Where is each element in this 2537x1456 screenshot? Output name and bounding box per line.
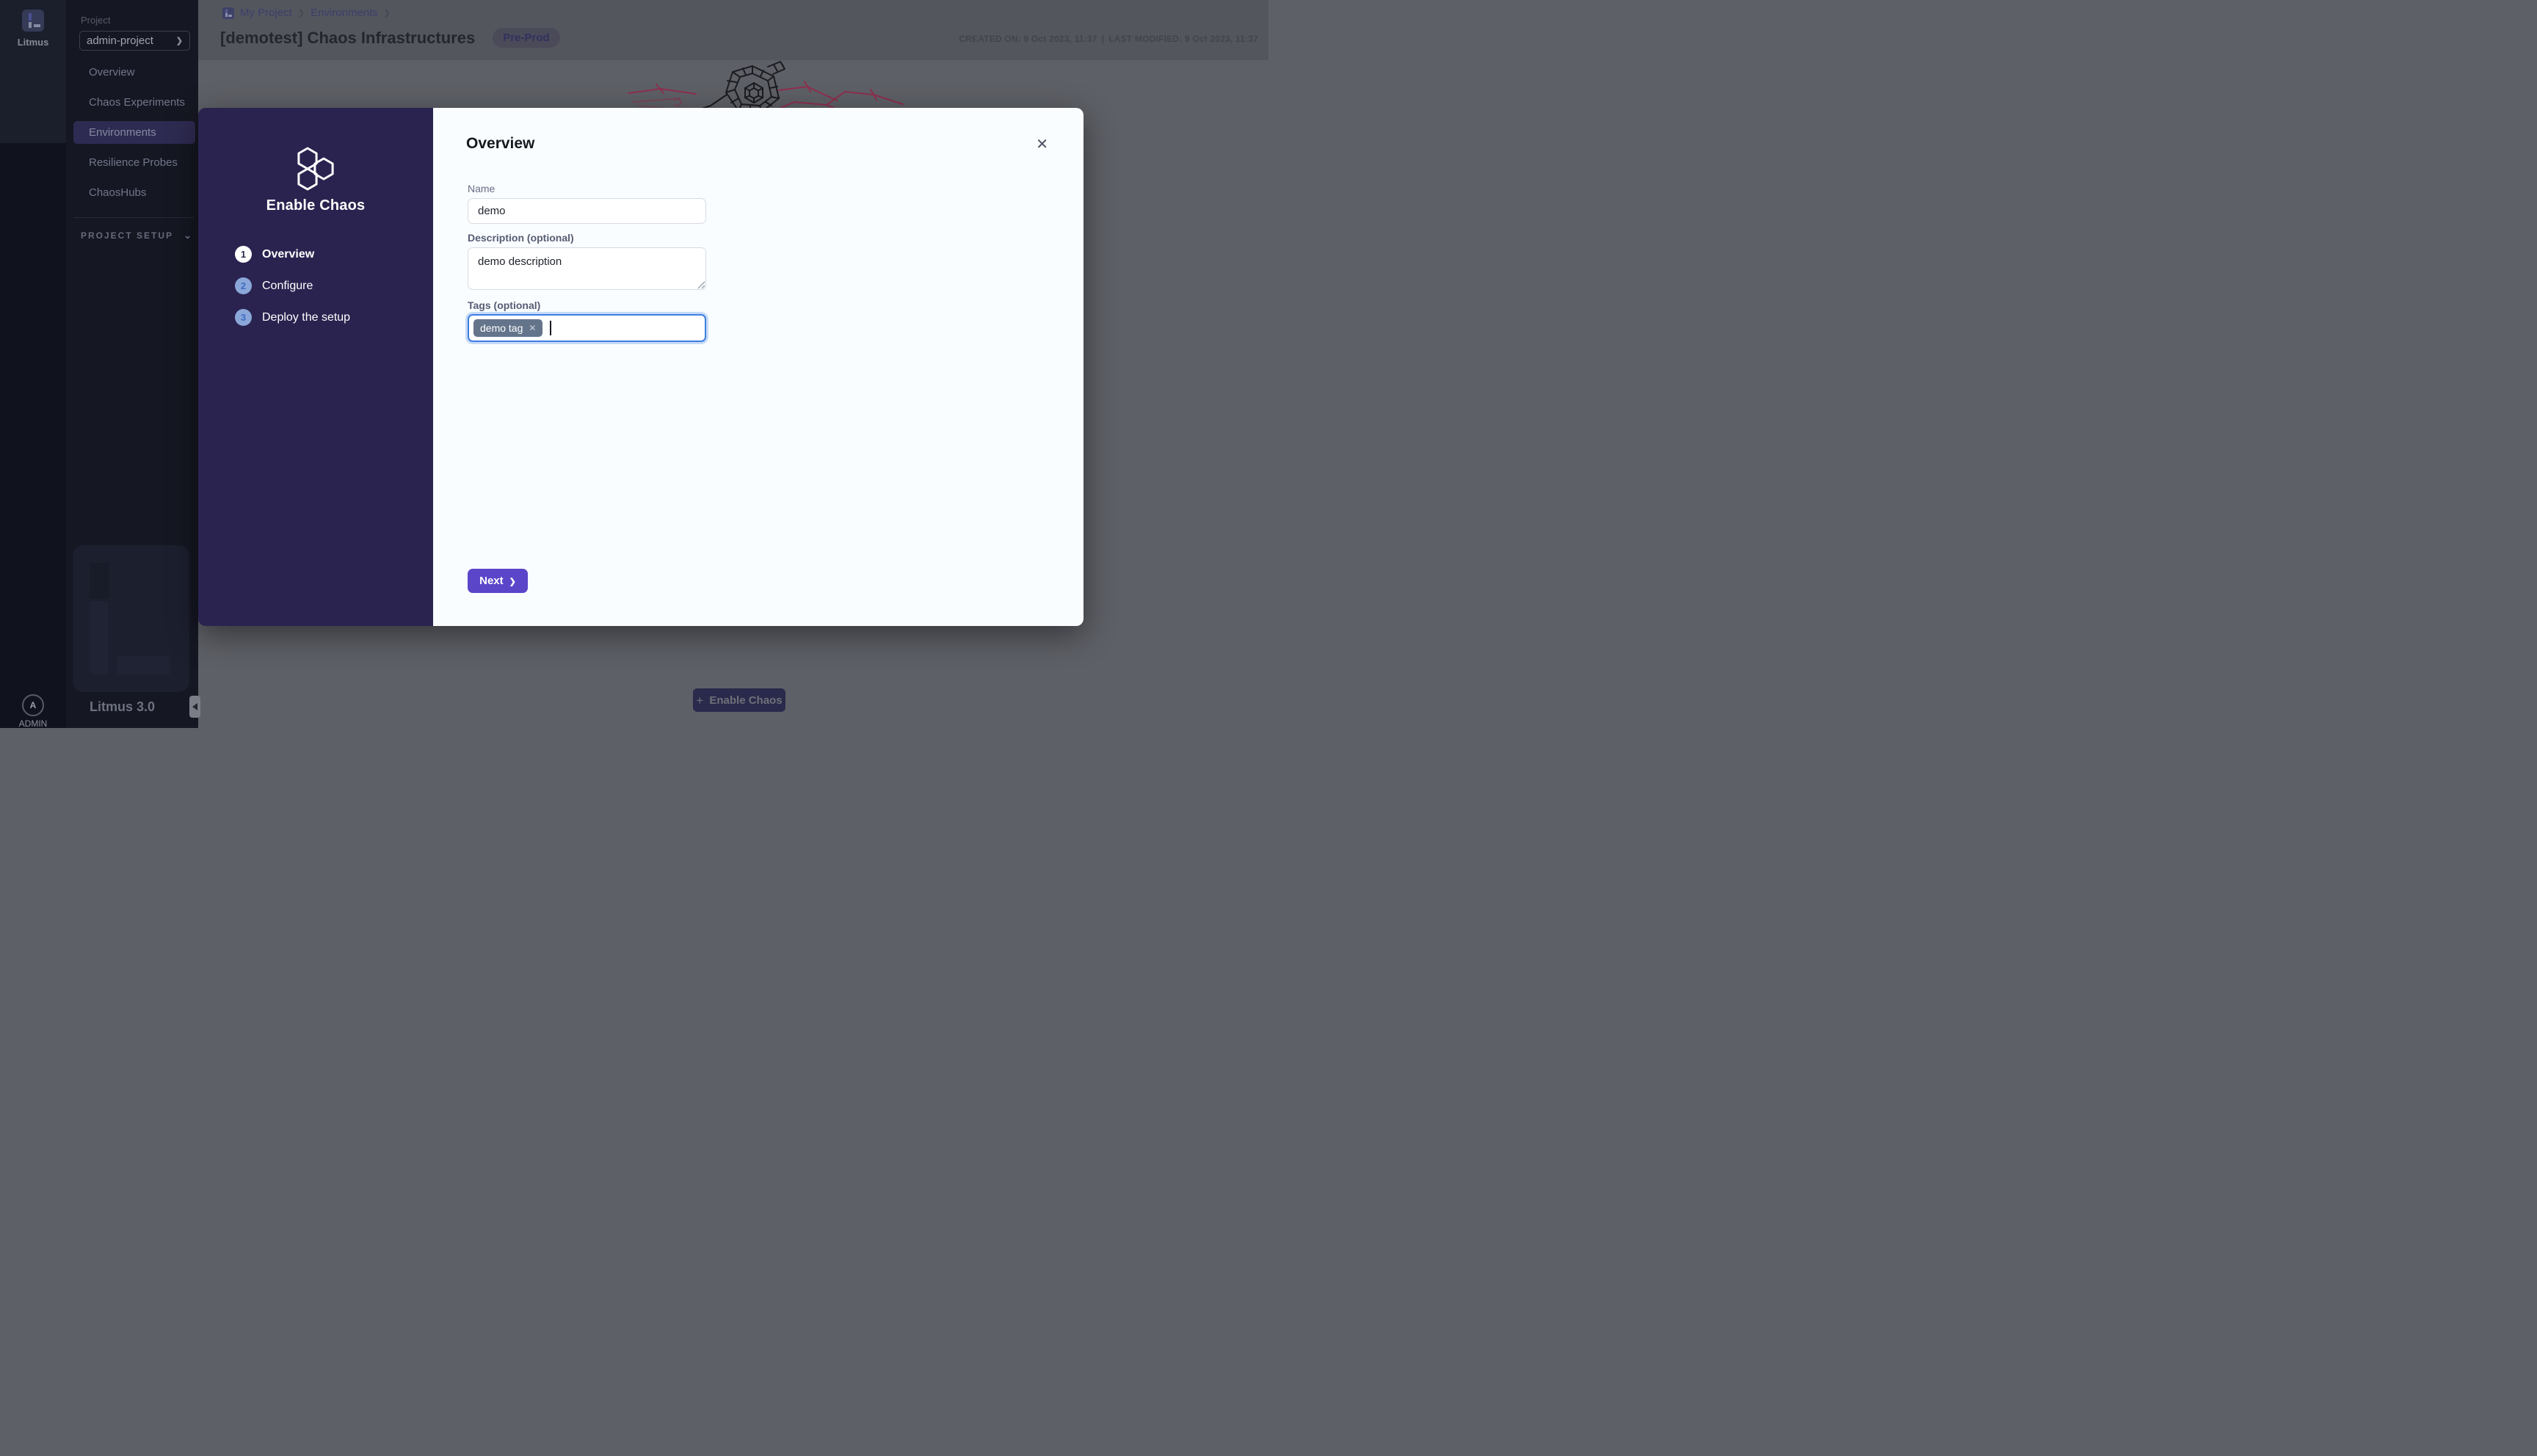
timestamps-meta: CREATED ON: 9 Oct 2023, 11:37 | LAST MOD… xyxy=(959,34,1258,44)
tags-field[interactable]: demo tag ✕ xyxy=(468,314,706,342)
version-label: Litmus 3.0 xyxy=(90,699,155,715)
project-selector-value: admin-project xyxy=(87,34,153,47)
step-number-badge: 2 xyxy=(235,277,252,294)
litmus-favicon-icon xyxy=(222,7,234,19)
brand-tile: Litmus xyxy=(0,0,66,143)
wizard-step-deploy[interactable]: 3 Deploy the setup xyxy=(235,309,350,326)
step-label: Deploy the setup xyxy=(262,311,350,324)
tag-chip: demo tag ✕ xyxy=(473,319,542,337)
tags-label: Tags (optional) xyxy=(468,299,540,311)
wizard-step-overview[interactable]: 1 Overview xyxy=(235,246,350,263)
description-label: Description (optional) xyxy=(468,232,574,244)
breadcrumb-my-project[interactable]: My Project xyxy=(240,7,292,19)
step-number-badge: 3 xyxy=(235,309,252,326)
chevron-right-icon: ❯ xyxy=(384,8,391,18)
sidebar-item-overview[interactable]: Overview xyxy=(73,61,195,84)
environment-type-badge: Pre-Prod xyxy=(493,28,559,48)
tag-chip-text: demo tag xyxy=(480,322,523,334)
chaos-graph-sketch xyxy=(617,60,925,112)
sidebar-divider xyxy=(73,217,194,218)
last-modified-text: LAST MODIFIED: 9 Oct 2023, 11:37 xyxy=(1108,34,1258,44)
brand-label: Litmus xyxy=(0,37,66,48)
next-button-label: Next xyxy=(479,575,504,587)
user-role-label: ADMIN xyxy=(0,718,66,729)
sidebar-item-resilience-probes[interactable]: Resilience Probes xyxy=(73,151,195,174)
litmus-logo-icon[interactable] xyxy=(22,10,44,32)
project-setup-label: PROJECT SETUP xyxy=(81,230,173,241)
text-cursor xyxy=(550,321,551,335)
name-label: Name xyxy=(468,183,495,194)
next-button[interactable]: Next ❯ xyxy=(468,569,528,593)
sidebar-collapse-handle[interactable] xyxy=(189,696,200,718)
name-field[interactable] xyxy=(468,198,706,224)
chevron-right-icon: ❯ xyxy=(298,8,305,18)
wizard-steps: 1 Overview 2 Configure 3 Deploy the setu… xyxy=(235,246,350,341)
description-field[interactable]: demo description xyxy=(468,247,706,290)
wizard-step-configure[interactable]: 2 Configure xyxy=(235,277,350,294)
tag-remove-icon[interactable]: ✕ xyxy=(529,323,536,333)
chevron-down-icon: ⌄ xyxy=(184,230,192,241)
avatar-initial: A xyxy=(30,700,37,710)
sidebar-icon-column: Litmus A ADMIN xyxy=(0,0,66,728)
meta-separator: | xyxy=(1102,34,1105,44)
hexagons-logo-icon xyxy=(288,146,343,192)
wizard-title: Enable Chaos xyxy=(198,197,433,214)
chevron-left-icon xyxy=(192,703,197,710)
enable-chaos-modal: Enable Chaos 1 Overview 2 Configure 3 De… xyxy=(198,108,1084,626)
step-label: Configure xyxy=(262,280,313,293)
sidebar-nav-list: Overview Chaos Experiments Environments … xyxy=(66,61,198,211)
litmus-watermark xyxy=(73,545,189,692)
created-on-text: CREATED ON: 9 Oct 2023, 11:37 xyxy=(959,34,1097,44)
project-label: Project xyxy=(81,15,110,26)
plus-icon: + xyxy=(696,694,703,707)
breadcrumb: My Project ❯ Environments ❯ xyxy=(222,7,391,19)
enable-chaos-button-label: Enable Chaos xyxy=(709,694,782,707)
project-setup-toggle[interactable]: PROJECT SETUP ⌄ xyxy=(81,230,192,241)
overview-form-panel: Overview ✕ Name Description (optional) d… xyxy=(433,108,1084,626)
enable-chaos-button[interactable]: + Enable Chaos xyxy=(693,688,785,712)
step-number-badge: 1 xyxy=(235,246,252,263)
sidebar-item-chaos-experiments[interactable]: Chaos Experiments xyxy=(73,91,195,114)
chevron-right-icon: ❯ xyxy=(176,36,183,46)
breadcrumb-environments[interactable]: Environments xyxy=(311,7,378,19)
sidebar-item-chaoshubs[interactable]: ChaosHubs xyxy=(73,181,195,204)
modal-heading: Overview xyxy=(466,135,534,153)
sidebar-nav-column: Project admin-project ❯ Overview Chaos E… xyxy=(66,0,198,728)
project-selector[interactable]: admin-project ❯ xyxy=(79,31,190,51)
user-avatar[interactable]: A xyxy=(22,694,44,716)
page-title: [demotest] Chaos Infrastructures xyxy=(220,29,475,48)
close-icon[interactable]: ✕ xyxy=(1036,137,1048,152)
step-label: Overview xyxy=(262,248,314,261)
wizard-side-panel: Enable Chaos 1 Overview 2 Configure 3 De… xyxy=(198,108,433,626)
page-header: My Project ❯ Environments ❯ [demotest] C… xyxy=(198,0,1268,60)
chevron-right-icon: ❯ xyxy=(509,577,516,586)
sidebar-item-environments[interactable]: Environments xyxy=(73,121,195,144)
